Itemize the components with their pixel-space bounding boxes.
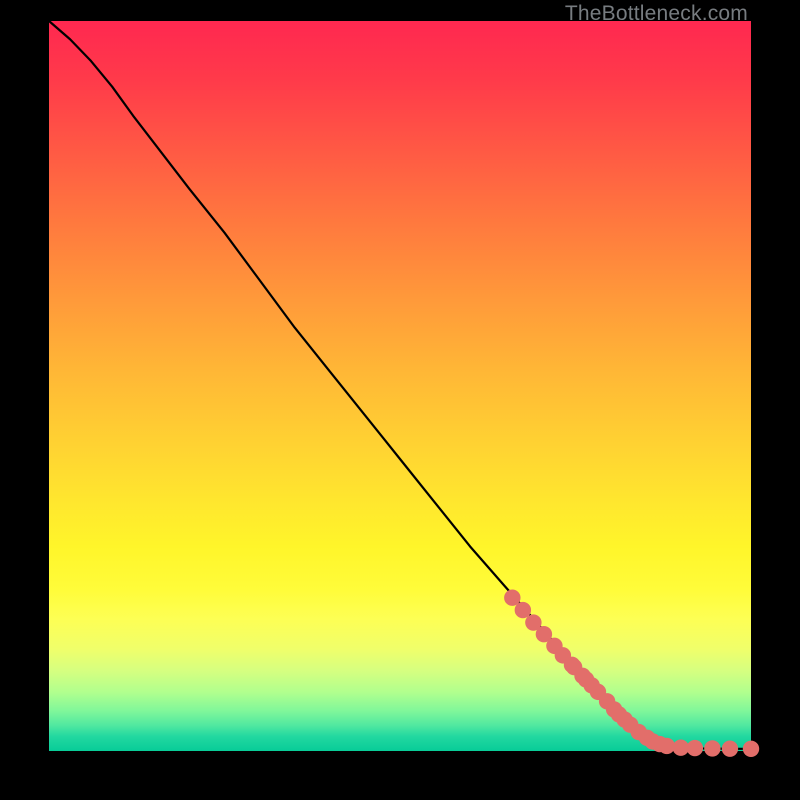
curve-line [49,21,751,749]
marker-dots [504,590,759,758]
chart-frame: TheBottleneck.com [0,0,800,800]
watermark-text: TheBottleneck.com [565,2,748,26]
chart-svg [49,21,751,751]
